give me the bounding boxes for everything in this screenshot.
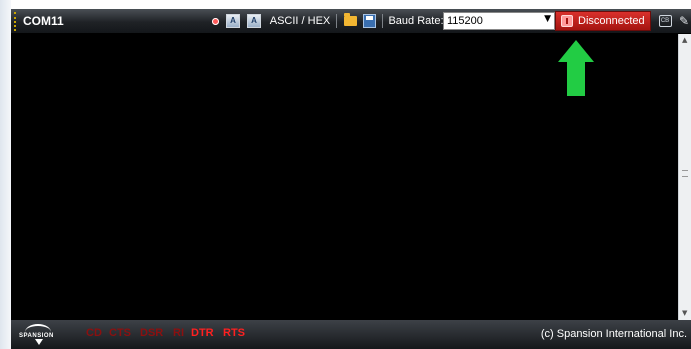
plug-icon bbox=[561, 15, 573, 27]
scroll-grip[interactable] bbox=[682, 170, 688, 177]
spansion-logo: SPANSION bbox=[19, 324, 61, 346]
text-mode-icon-label: A bbox=[247, 14, 261, 28]
record-icon[interactable] bbox=[209, 12, 221, 30]
clear-buffer-icon[interactable]: CB bbox=[657, 12, 673, 30]
scroll-up-icon[interactable]: ▲ bbox=[682, 36, 687, 44]
port-name: COM11 bbox=[23, 14, 64, 28]
vertical-scrollbar[interactable]: ▲ ▼ bbox=[678, 34, 691, 320]
signal-ri: RI bbox=[173, 327, 184, 339]
clear-buffer-label: CB bbox=[658, 15, 672, 27]
status-bar: SPANSION CD CTS DSR RI DTR RTS (c) Spans… bbox=[11, 320, 691, 349]
baud-rate-select[interactable]: 115200 ▼ bbox=[443, 12, 555, 30]
text-mode-icon[interactable]: A bbox=[246, 12, 262, 30]
record-dot bbox=[211, 17, 219, 25]
toolbar-grip[interactable] bbox=[14, 12, 18, 31]
open-folder-icon[interactable] bbox=[342, 12, 358, 30]
chevron-down-icon[interactable]: ▼ bbox=[544, 14, 551, 24]
baud-rate-label: Baud Rate: bbox=[388, 15, 444, 27]
font-icon-label: A bbox=[226, 14, 240, 28]
signal-dtr: DTR bbox=[191, 327, 214, 339]
baud-rate-value: 115200 bbox=[447, 15, 483, 27]
ascii-hex-toggle[interactable]: ASCII / HEX bbox=[269, 12, 331, 30]
signal-cts: CTS bbox=[109, 327, 131, 339]
connect-button[interactable]: Disconnected bbox=[555, 11, 651, 31]
connection-status-label: Disconnected bbox=[578, 15, 645, 27]
annotation-arrow-icon bbox=[558, 40, 594, 96]
signal-cd: CD bbox=[86, 327, 102, 339]
settings-wrench-icon[interactable]: ✎ bbox=[677, 12, 691, 30]
toolbar: COM11 A A ASCII / HEX Baud Rate: 115200 … bbox=[11, 9, 691, 34]
signal-rts: RTS bbox=[223, 327, 245, 339]
scroll-down-icon[interactable]: ▼ bbox=[682, 309, 687, 317]
toolbar-separator bbox=[336, 14, 337, 28]
window-left-edge bbox=[0, 0, 11, 349]
copyright-text: (c) Spansion International Inc. bbox=[540, 328, 687, 340]
save-icon[interactable] bbox=[361, 12, 377, 30]
app-window: COM11 A A ASCII / HEX Baud Rate: 115200 … bbox=[0, 0, 691, 349]
font-icon[interactable]: A bbox=[225, 12, 241, 30]
toolbar-separator bbox=[382, 14, 383, 28]
signal-dsr: DSR bbox=[140, 327, 164, 339]
